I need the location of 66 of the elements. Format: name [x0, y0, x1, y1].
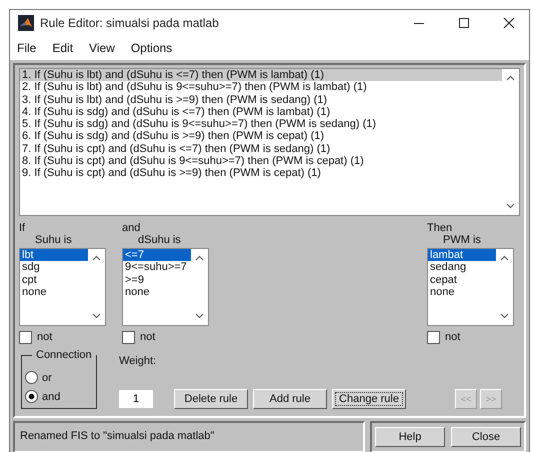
variable-label: Suhu is [34, 234, 73, 247]
checkbox-label: not [140, 331, 156, 343]
rule-button[interactable]: Change rule [332, 389, 406, 409]
rule-item[interactable]: 7. If (Suhu is cpt) and (dSuhu is <=7) then (PWM is sedang) (1) [20, 142, 502, 156]
list-item[interactable]: none [20, 286, 88, 299]
scroll-down-icon[interactable] [506, 203, 515, 209]
rule-item[interactable]: 8. If (Suhu is cpt) and (dSuhu is 9<=suhu>=7) then (PWM is cepat) (1) [20, 155, 502, 168]
radio-label: or [42, 372, 52, 384]
weight-field[interactable]: 1 [119, 390, 153, 408]
maximize-icon[interactable] [458, 17, 470, 29]
radio-label: and [42, 390, 60, 402]
list-item[interactable]: lambat [428, 249, 496, 262]
rule-item[interactable]: 4. If (Suhu is sdg) and (dSuhu is <=7) then (PWM is lambat) (1) [20, 106, 502, 118]
checkbox-label: not [37, 331, 52, 343]
list-item[interactable]: <=7 [123, 249, 191, 262]
scroll-up-icon[interactable] [92, 255, 101, 261]
rule-item[interactable]: 2. If (Suhu is lbt) and (dSuhu is 9<=suhu>=7) then (PWM is lambat) (1) [20, 81, 502, 94]
rule-list[interactable] [19, 68, 520, 216]
list-item[interactable]: cpt [20, 274, 88, 286]
scroll-down-icon[interactable] [500, 313, 509, 319]
not-checkbox[interactable] [122, 330, 135, 344]
list-item[interactable]: 9<=suhu>=7 [123, 261, 191, 274]
group-title: Connection [32, 349, 96, 361]
status-bar: Renamed FIS to "simualsi pada matlab" [13, 421, 365, 452]
scroll-down-icon[interactable] [195, 313, 204, 319]
column-heading: Then [427, 222, 454, 234]
not-checkbox[interactable] [427, 330, 440, 344]
radio-button[interactable] [25, 371, 38, 384]
menu-item[interactable]: Options [130, 41, 172, 55]
rule-item[interactable]: 6. If (Suhu is sdg) and (dSuhu is >=9) then (PWM is cepat) (1) [20, 130, 502, 143]
rule-item[interactable]: 5. If (Suhu is sdg) and (dSuhu is 9<=suhu>=7) then (PWM is sedang) (1) [20, 118, 502, 130]
membership-list[interactable]: <=7 9<=suhu>=7 >=9 none [122, 248, 209, 326]
menu-item[interactable]: File [17, 41, 36, 55]
scroll-up-icon[interactable] [195, 255, 204, 261]
variable-label: PWM is [442, 234, 482, 247]
list-item[interactable]: none [428, 286, 496, 299]
rule-button[interactable]: Delete rule [174, 389, 248, 409]
scroll-down-icon[interactable] [92, 313, 101, 319]
footer-button[interactable]: Close [451, 427, 521, 447]
rule-item[interactable]: 1. If (Suhu is lbt) and (dSuhu is <=7) then (PWM is lambat) (1) [20, 69, 502, 82]
column-heading: and [122, 222, 142, 234]
list-item[interactable]: sdg [20, 261, 88, 274]
variable-label: dSuhu is [137, 234, 182, 247]
app-logo-icon [18, 15, 34, 31]
rule-item[interactable]: 9. If (Suhu is cpt) and (dSuhu is >=9) then (PWM is cepat) (1) [20, 167, 502, 180]
weight-label: Weight: [119, 355, 158, 367]
checkbox-label: not [445, 331, 460, 343]
window-title: Rule Editor: simualsi pada matlab [40, 16, 219, 30]
radio-button[interactable] [25, 390, 38, 403]
list-item[interactable]: sedang [428, 261, 496, 274]
close-icon[interactable] [503, 17, 515, 29]
list-item[interactable]: lbt [20, 249, 88, 262]
scroll-up-icon[interactable] [500, 255, 509, 261]
membership-list[interactable]: lambat sedang cepat none [427, 248, 514, 326]
list-item[interactable]: cepat [428, 274, 496, 286]
rule-item[interactable]: 3. If (Suhu is lbt) and (dSuhu is >=9) then (PWM is sedang) (1) [20, 94, 502, 106]
list-item[interactable]: >=9 [123, 274, 191, 286]
not-checkbox[interactable] [19, 330, 32, 344]
list-item[interactable]: none [123, 286, 191, 299]
column-heading: If [19, 222, 26, 234]
footer-button[interactable]: Help [375, 427, 445, 447]
menu-item[interactable]: View [89, 41, 115, 55]
rule-button[interactable]: Add rule [253, 389, 327, 409]
membership-list[interactable]: lbt sdg cpt none [19, 248, 106, 326]
menu-item[interactable]: Edit [52, 41, 74, 55]
scroll-up-icon[interactable] [506, 75, 515, 81]
